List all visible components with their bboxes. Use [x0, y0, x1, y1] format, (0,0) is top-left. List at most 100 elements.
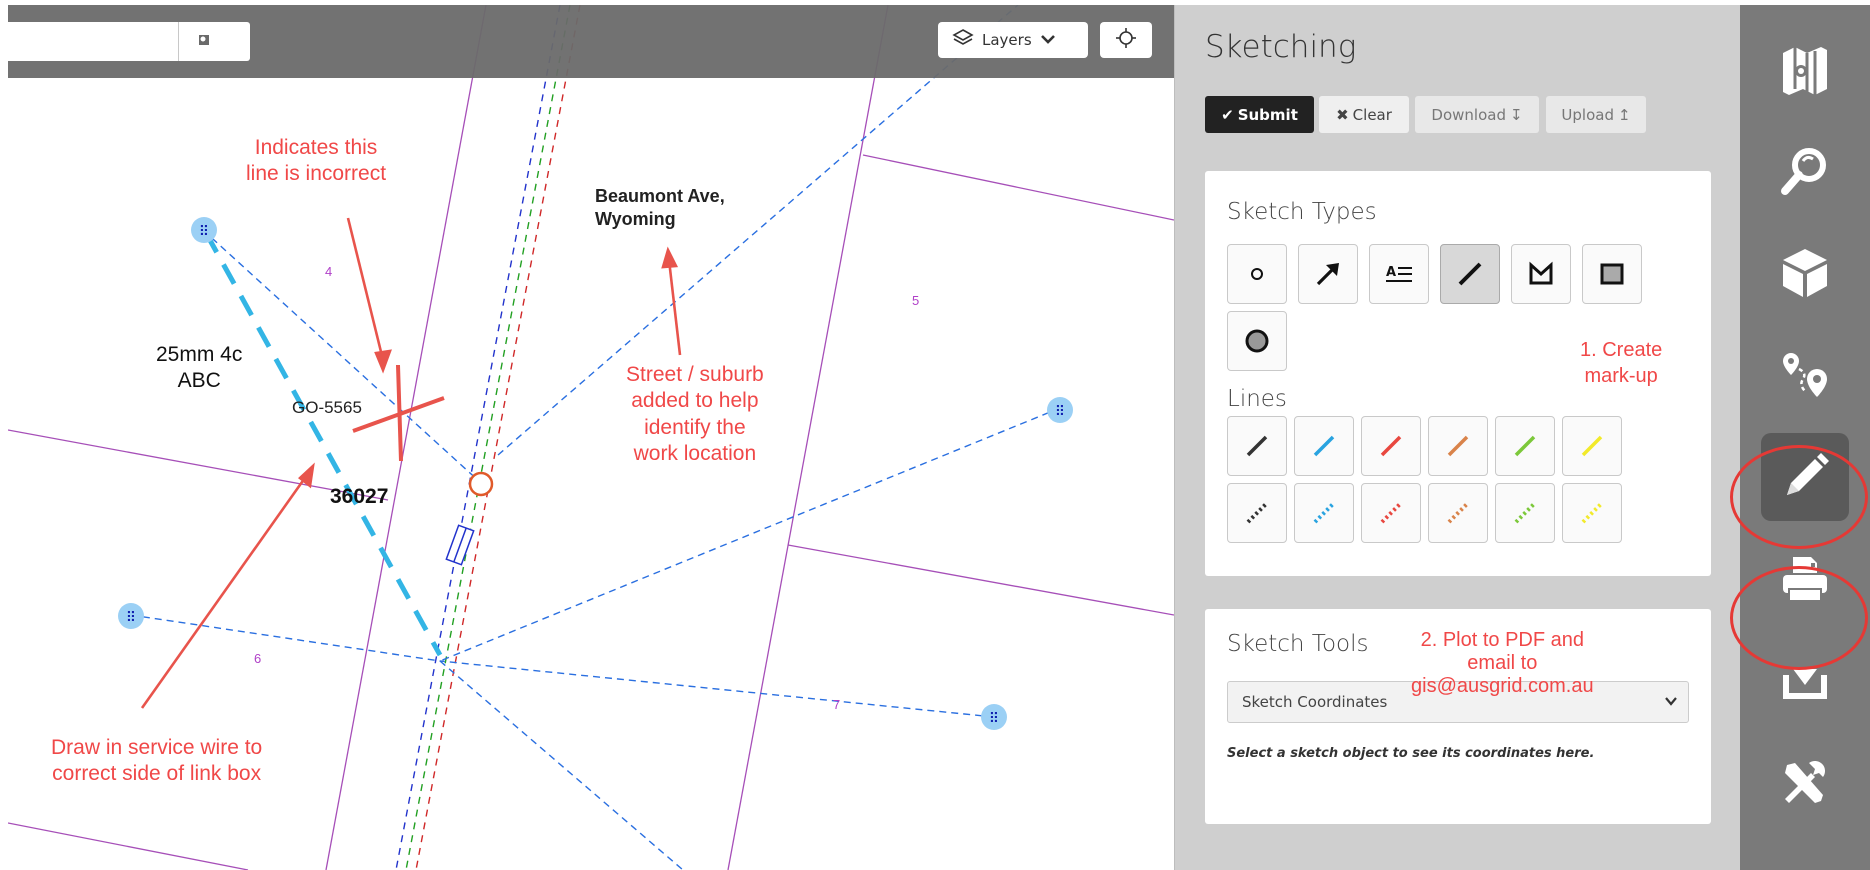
3d-cube-icon[interactable] — [1761, 229, 1849, 317]
layers-button[interactable]: Layers — [938, 22, 1088, 58]
svg-text:A: A — [1386, 265, 1396, 280]
sketch-type-text[interactable]: A — [1369, 244, 1429, 304]
annotation-create-markup: 1. Create mark-up — [1580, 339, 1663, 387]
sketch-types-card: Sketch Types A 1. Create mark-up Lines — [1205, 171, 1711, 576]
check-icon: ✔ — [1221, 105, 1234, 124]
svg-text:⠿: ⠿ — [126, 610, 136, 626]
basemap-dropdown-button[interactable] — [186, 27, 242, 57]
line-style-solid-1[interactable] — [1227, 416, 1287, 476]
svg-text:⠿: ⠿ — [199, 224, 209, 240]
map-view[interactable]: ⠿ ⠿ ⠿ ⠿ Layers Beaumont Ave, Wyoming 25m… — [8, 5, 1174, 870]
rectangle-icon — [1600, 263, 1624, 285]
line-style-dotted-1[interactable] — [1227, 483, 1287, 543]
submit-label: Submit — [1237, 105, 1298, 124]
sketch-type-point[interactable] — [1227, 244, 1287, 304]
line-style-solid-2[interactable] — [1294, 416, 1354, 476]
line-style-solid-3[interactable] — [1361, 416, 1421, 476]
text-icon: A — [1386, 265, 1412, 282]
sketch-types-heading: Sketch Types — [1227, 199, 1377, 225]
download-label: Download — [1431, 105, 1506, 124]
line-style-dotted-3[interactable] — [1361, 483, 1421, 543]
service-wire — [130, 614, 441, 662]
tray-download-icon[interactable] — [1761, 637, 1849, 725]
road-line-blue — [395, 5, 561, 870]
sketch-tools-card: Sketch Tools Sketch Coordinates Select a… — [1205, 609, 1711, 824]
street-label: Beaumont Ave, Wyoming — [595, 186, 725, 229]
coordinates-hint: Select a sketch object to see its coordi… — [1227, 746, 1595, 761]
submit-button[interactable]: ✔ Submit — [1205, 96, 1314, 133]
lines-heading: Lines — [1227, 386, 1287, 412]
annotation-service-wire: Draw in service wire to correct side of … — [51, 736, 263, 786]
sketch-type-polygon[interactable] — [1511, 244, 1571, 304]
panel-title: Sketching — [1205, 29, 1357, 65]
locate-button[interactable] — [1100, 22, 1152, 58]
upload-arrow-icon: ↥ — [1617, 105, 1631, 124]
close-icon: ✖ — [1336, 105, 1349, 124]
line-style-dotted-2[interactable] — [1294, 483, 1354, 543]
chevron-down-icon — [220, 33, 234, 52]
sketch-tools-heading: Sketch Tools — [1227, 631, 1369, 657]
road-line-green — [405, 5, 571, 870]
circle-icon — [1245, 329, 1269, 353]
customer-points: ⠿ ⠿ ⠿ ⠿ — [118, 217, 1073, 730]
layers-label: Layers — [982, 31, 1032, 49]
annotation-arrow-head — [374, 349, 392, 374]
divider — [178, 22, 179, 61]
line-style-solid-4[interactable] — [1428, 416, 1488, 476]
download-arrow-icon: ↧ — [1509, 105, 1523, 124]
sketch-type-line[interactable] — [1440, 244, 1500, 304]
sketch-type-circle[interactable] — [1227, 311, 1287, 371]
clear-label: Clear — [1352, 105, 1392, 124]
link-box — [445, 524, 475, 566]
tool-rail — [1730, 5, 1870, 870]
map-layers-icon[interactable] — [1761, 25, 1849, 113]
lot-boundary — [787, 544, 1174, 616]
print-icon[interactable] — [1761, 535, 1849, 623]
download-button[interactable]: Download ↧ — [1415, 96, 1539, 133]
basemap-icon — [194, 30, 214, 54]
service-wire — [439, 660, 684, 870]
sketch-type-arrow[interactable] — [1298, 244, 1358, 304]
asset-number-label: 36027 — [330, 485, 389, 508]
polygon-icon — [1529, 261, 1553, 285]
coordinates-select-value: Sketch Coordinates — [1242, 693, 1388, 711]
road-line-red — [415, 5, 581, 870]
lot-number: 6 — [254, 651, 262, 666]
tools-icon[interactable] — [1761, 739, 1849, 827]
line-style-dotted-6[interactable] — [1562, 483, 1622, 543]
annotation-plot-pdf: 2. Plot to PDF and email to gis@ausgrid.… — [1411, 629, 1594, 697]
svg-text:⠿: ⠿ — [1055, 404, 1065, 420]
upload-button[interactable]: Upload ↥ — [1546, 96, 1646, 133]
lot-number: 7 — [833, 697, 841, 712]
upload-label: Upload — [1561, 105, 1614, 124]
lot-boundary — [862, 154, 1174, 221]
line-style-dotted-4[interactable] — [1428, 483, 1488, 543]
app-root: ⠿ ⠿ ⠿ ⠿ Layers Beaumont Ave, Wyoming 25m… — [0, 0, 1870, 870]
chevron-down-icon — [1040, 31, 1056, 49]
svg-text:⠿: ⠿ — [989, 711, 999, 727]
clear-button[interactable]: ✖ Clear — [1319, 96, 1409, 133]
line-style-solid-6[interactable] — [1562, 416, 1622, 476]
lot-boundary — [8, 822, 249, 870]
annotation-street-suburb: Street / suburb added to help identify t… — [626, 363, 764, 465]
sketch-type-rectangle[interactable] — [1582, 244, 1642, 304]
layers-stack-icon — [952, 28, 974, 52]
point-icon — [1251, 268, 1263, 280]
route-pin-icon[interactable] — [1761, 331, 1849, 419]
lot-number: 4 — [325, 264, 333, 279]
crosshair-icon — [1115, 27, 1137, 53]
line-icon — [1458, 262, 1482, 286]
cable-label: 25mm 4c ABC — [156, 343, 243, 393]
line-style-dotted-5[interactable] — [1495, 483, 1555, 543]
annotation-incorrect-line: Indicates this line is incorrect — [246, 136, 387, 186]
line-style-solid-5[interactable] — [1495, 416, 1555, 476]
pole-label: GO-5565 — [292, 398, 362, 417]
pole-marker — [468, 471, 494, 497]
pencil-icon[interactable] — [1761, 433, 1849, 521]
chevron-down-icon — [1664, 694, 1678, 712]
sketching-panel: Sketching ✔ Submit ✖ Clear Download ↧ Up… — [1174, 5, 1740, 870]
search-icon[interactable] — [1761, 127, 1849, 215]
lot-number: 5 — [912, 293, 920, 308]
service-wire — [202, 229, 482, 484]
annotation-arrow-head — [661, 246, 679, 269]
